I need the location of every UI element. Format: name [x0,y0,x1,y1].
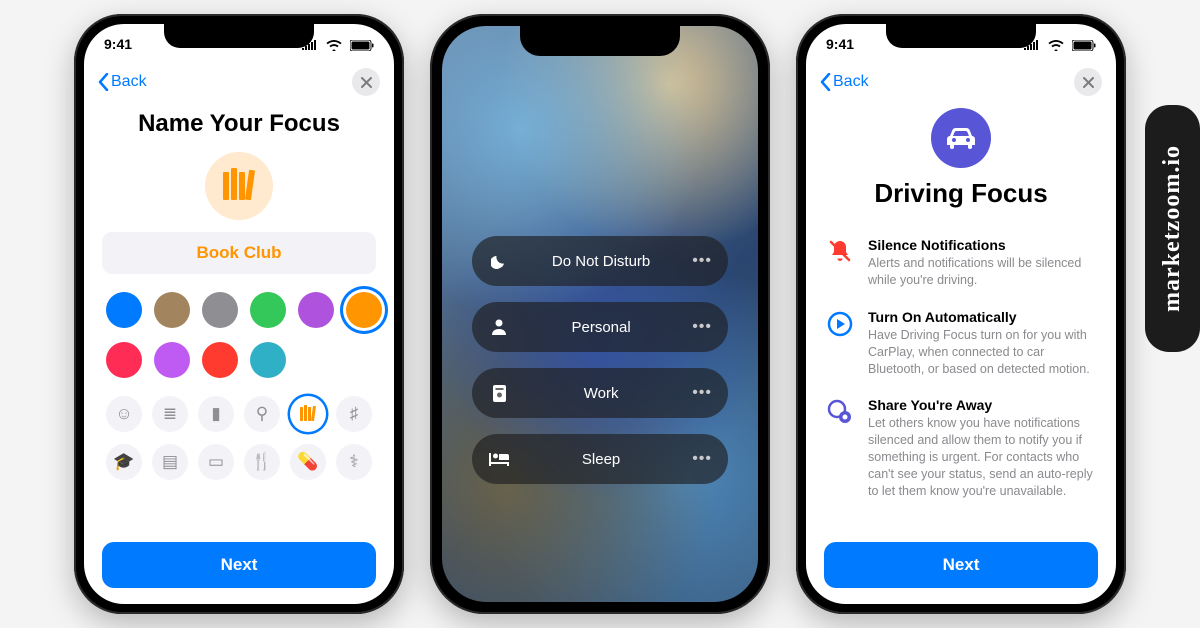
notch [520,26,680,56]
color-swatch[interactable] [106,342,142,378]
notch [886,24,1036,48]
car-icon [945,125,977,151]
focus-name-input[interactable]: Book Club [102,232,376,274]
color-picker [84,274,394,386]
phone-name-focus: 9:41 Back Name Your Focus [74,14,404,614]
bed-icon [488,453,510,466]
badge-icon [488,385,510,402]
page-title: Name Your Focus [84,110,394,138]
back-label: Back [833,73,869,91]
feature-row: Share You're Away Let others know you hav… [806,387,1116,509]
feature-list: Silence Notifications Alerts and notifica… [806,227,1116,510]
status-time: 9:41 [826,36,854,52]
color-swatch[interactable] [154,292,190,328]
back-button[interactable]: Back [820,73,869,91]
feature-title: Silence Notifications [868,237,1096,253]
next-button[interactable]: Next [824,542,1098,588]
feature-desc: Have Driving Focus turn on for you with … [868,327,1096,378]
focus-mode-label: Sleep [510,451,692,468]
color-swatch[interactable] [346,292,382,328]
phone-driving-focus: 9:41 Back D [796,14,1126,614]
list-icon[interactable]: ≣ [152,396,188,432]
play-circle-icon [826,309,854,378]
feature-desc: Alerts and notifications will be silence… [868,255,1096,289]
driving-hero-icon [931,108,991,168]
color-swatch[interactable] [250,342,286,378]
focus-mode-label: Do Not Disturb [510,253,692,270]
color-swatch[interactable] [154,342,190,378]
moon-icon [488,253,510,269]
smile-icon[interactable]: ☺ [106,396,142,432]
pills-icon[interactable]: 💊 [290,444,326,480]
food-icon[interactable]: 🍴 [244,444,280,480]
books-icon[interactable] [290,396,326,432]
close-button[interactable] [1074,68,1102,96]
focus-mode-pill[interactable]: Work••• [472,368,728,418]
bell-slash-icon [826,237,854,289]
feature-row: Turn On Automatically Have Driving Focus … [806,299,1116,388]
document-icon[interactable]: ▤ [152,444,188,480]
phone-focus-list: Do Not Disturb•••Personal•••Work•••Sleep… [430,14,770,614]
more-icon[interactable]: ••• [692,318,712,336]
back-label: Back [111,73,147,91]
card-icon[interactable]: ▭ [198,444,234,480]
graduation-icon[interactable]: 🎓 [106,444,142,480]
close-icon [1083,77,1094,88]
focus-mode-list: Do Not Disturb•••Personal•••Work•••Sleep… [442,236,758,484]
stethoscope-icon[interactable]: ⚕ [336,444,372,480]
focus-mode-label: Personal [510,319,692,336]
more-icon[interactable]: ••• [692,450,712,468]
chevron-left-icon [820,73,831,91]
feature-desc: Let others know you have notifications s… [868,415,1096,499]
chevron-left-icon [98,73,109,91]
close-icon [361,77,372,88]
focus-hero-icon [205,152,273,220]
more-icon[interactable]: ••• [692,384,712,402]
color-swatch[interactable] [298,292,334,328]
gift-icon[interactable]: ♯ [336,396,372,432]
person-icon [488,319,510,335]
watermark: marketzoom.io [1145,105,1200,352]
status-time: 9:41 [104,36,132,52]
feature-title: Turn On Automatically [868,309,1096,325]
color-swatch[interactable] [202,292,238,328]
focus-mode-pill[interactable]: Personal••• [472,302,728,352]
glyph-picker: ☺ ≣ ▮ ⚲ ♯ 🎓 ▤ ▭ 🍴 💊 ⚕ [84,386,394,480]
more-icon[interactable]: ••• [692,252,712,270]
focus-mode-pill[interactable]: Do Not Disturb••• [472,236,728,286]
notch [164,24,314,48]
bookmark-icon[interactable]: ▮ [198,396,234,432]
page-title: Driving Focus [806,178,1116,209]
books-icon [219,168,259,204]
close-button[interactable] [352,68,380,96]
color-swatch[interactable] [250,292,286,328]
back-button[interactable]: Back [98,73,147,91]
key-icon[interactable]: ⚲ [244,396,280,432]
color-swatch[interactable] [106,292,142,328]
focus-mode-label: Work [510,385,692,402]
focus-mode-pill[interactable]: Sleep••• [472,434,728,484]
color-swatch[interactable] [202,342,238,378]
share-status-icon [826,397,854,499]
next-button[interactable]: Next [102,542,376,588]
feature-title: Share You're Away [868,397,1096,413]
feature-row: Silence Notifications Alerts and notifica… [806,227,1116,299]
